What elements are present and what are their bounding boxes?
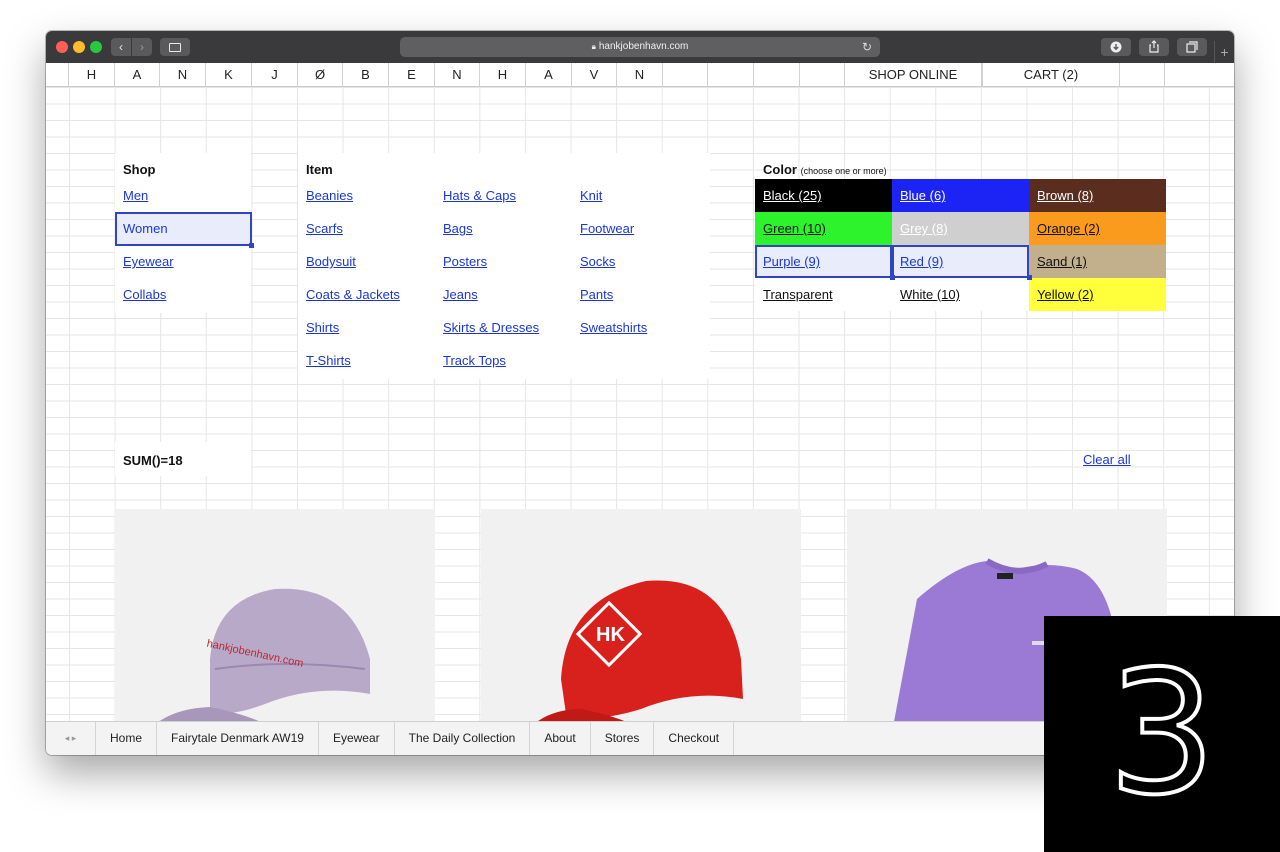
share-icon[interactable]	[1139, 38, 1169, 56]
item-link-socks[interactable]: Socks	[580, 254, 615, 269]
product-card-purple-cap[interactable]: hankjobenhavn.com	[115, 509, 435, 721]
color-option-sand[interactable]: Sand (1)	[1029, 245, 1166, 278]
tab-checkout[interactable]: Checkout	[654, 722, 735, 755]
back-icon[interactable]: ‹	[111, 38, 131, 56]
tab-the-daily-collection[interactable]: The Daily Collection	[395, 722, 531, 755]
item-link-shirts[interactable]: Shirts	[306, 320, 339, 335]
shop-link-collabs[interactable]: Collabs	[123, 287, 166, 302]
item-link-footwear[interactable]: Footwear	[580, 221, 634, 236]
column-header-11: A	[526, 63, 572, 87]
sum-label: SUM()=18	[123, 453, 183, 468]
clear-all-link[interactable]: Clear all	[1083, 452, 1131, 467]
color-option-blue[interactable]: Blue (6)	[892, 179, 1029, 212]
column-header-empty	[708, 63, 754, 87]
title-bar: ‹ › 🔒︎ hankjobenhavn.com ↻ +	[46, 31, 1234, 63]
column-header-9: N	[435, 63, 480, 87]
column-header-18[interactable]: SHOP ONLINE	[845, 63, 982, 87]
item-link-bodysuit[interactable]: Bodysuit	[306, 254, 356, 269]
item-link-track-tops[interactable]: Track Tops	[443, 353, 506, 368]
item-link-beanies[interactable]: Beanies	[306, 188, 353, 203]
color-selection-handle[interactable]	[890, 275, 895, 280]
column-header-13: N	[617, 63, 663, 87]
column-header-empty	[663, 63, 708, 87]
column-header-7: B	[343, 63, 389, 87]
color-option-black[interactable]: Black (25)	[755, 179, 892, 212]
column-header-empty	[754, 63, 800, 87]
item-link-t-shirts[interactable]: T-Shirts	[306, 353, 351, 368]
tab-home[interactable]: Home	[96, 722, 158, 755]
column-header-empty	[1165, 63, 1234, 87]
download-icon[interactable]	[1101, 38, 1131, 56]
reload-icon[interactable]: ↻	[862, 37, 872, 57]
column-headers: H A N K J Ø B E N H A V N SHOP ONLINE CART (2)	[46, 63, 1234, 87]
tab-eyewear[interactable]: Eyewear	[319, 722, 395, 755]
zoom-window-button[interactable]	[90, 41, 102, 53]
hk-logo-text: HK	[596, 624, 625, 646]
close-window-button[interactable]	[56, 41, 68, 53]
color-option-red[interactable]: Red (9)	[892, 245, 1029, 278]
tab-about[interactable]: About	[530, 722, 591, 755]
item-link-skirts-dresses[interactable]: Skirts & Dresses	[443, 320, 539, 335]
item-link-posters[interactable]: Posters	[443, 254, 487, 269]
shop-link-eyewear[interactable]: Eyewear	[123, 254, 174, 269]
color-option-green[interactable]: Green (10)	[755, 212, 892, 245]
tab-stores[interactable]: Stores	[591, 722, 655, 755]
color-option-white[interactable]: White (10)	[892, 278, 1029, 311]
color-hint: (choose one or more)	[800, 166, 887, 176]
color-heading-text: Color	[763, 162, 797, 177]
purple-cap-image: hankjobenhavn.com	[159, 588, 370, 721]
item-link-hats-caps[interactable]: Hats & Caps	[443, 188, 516, 203]
column-header-empty	[1120, 63, 1165, 87]
color-option-brown[interactable]: Brown (8)	[1029, 179, 1166, 212]
color-option-orange[interactable]: Orange (2)	[1029, 212, 1166, 245]
tabs-icon[interactable]	[1177, 38, 1207, 56]
product-card-red-cap[interactable]: HK	[481, 509, 801, 721]
column-header-5: J	[252, 63, 298, 87]
item-link-coats-jackets[interactable]: Coats & Jackets	[306, 287, 400, 302]
red-cap-image: HK	[538, 580, 743, 721]
item-link-jeans[interactable]: Jeans	[443, 287, 478, 302]
color-option-grey[interactable]: Grey (8)	[892, 212, 1029, 245]
column-header-1: H	[69, 63, 115, 87]
column-header-4: K	[206, 63, 252, 87]
column-header-6: Ø	[298, 63, 343, 87]
shop-link-women[interactable]: Women	[123, 221, 168, 236]
step-badge: 3	[1044, 616, 1280, 852]
column-header-12: V	[572, 63, 617, 87]
tab-fairytale-denmark-aw19[interactable]: Fairytale Denmark AW19	[157, 722, 319, 755]
color-option-transparent[interactable]: Transparent	[755, 278, 892, 311]
item-link-pants[interactable]: Pants	[580, 287, 613, 302]
forward-icon[interactable]: ›	[132, 38, 152, 56]
color-heading: Color (choose one or more)	[763, 162, 887, 177]
lock-icon: 🔒︎	[591, 42, 596, 51]
shop-link-men[interactable]: Men	[123, 188, 148, 203]
column-header-empty	[46, 63, 69, 87]
new-tab-button[interactable]: +	[1214, 41, 1234, 63]
column-header-empty	[800, 63, 845, 87]
item-link-bags[interactable]: Bags	[443, 221, 473, 236]
item-link-scarfs[interactable]: Scarfs	[306, 221, 343, 236]
item-heading: Item	[306, 162, 333, 177]
url-text: hankjobenhavn.com	[598, 41, 689, 52]
column-header-20[interactable]: CART (2)	[983, 63, 1120, 87]
column-header-10: H	[480, 63, 526, 87]
column-header-3: N	[160, 63, 206, 87]
column-header-2: A	[115, 63, 160, 87]
shop-heading: Shop	[123, 162, 156, 177]
item-link-knit[interactable]: Knit	[580, 188, 602, 203]
step-number: 3	[1106, 633, 1218, 835]
color-option-purple[interactable]: Purple (9)	[755, 245, 892, 278]
fill-handle[interactable]	[249, 243, 254, 248]
color-selection-handle[interactable]	[1027, 275, 1032, 280]
address-bar[interactable]: 🔒︎ hankjobenhavn.com ↻	[400, 37, 880, 57]
sidebar-icon[interactable]	[160, 38, 190, 56]
column-header-8: E	[389, 63, 435, 87]
item-link-sweatshirts[interactable]: Sweatshirts	[580, 320, 647, 335]
minimize-window-button[interactable]	[73, 41, 85, 53]
color-option-yellow[interactable]: Yellow (2)	[1029, 278, 1166, 311]
tab-scroll-arrows-icon[interactable]: ◂ ▸	[46, 722, 96, 755]
